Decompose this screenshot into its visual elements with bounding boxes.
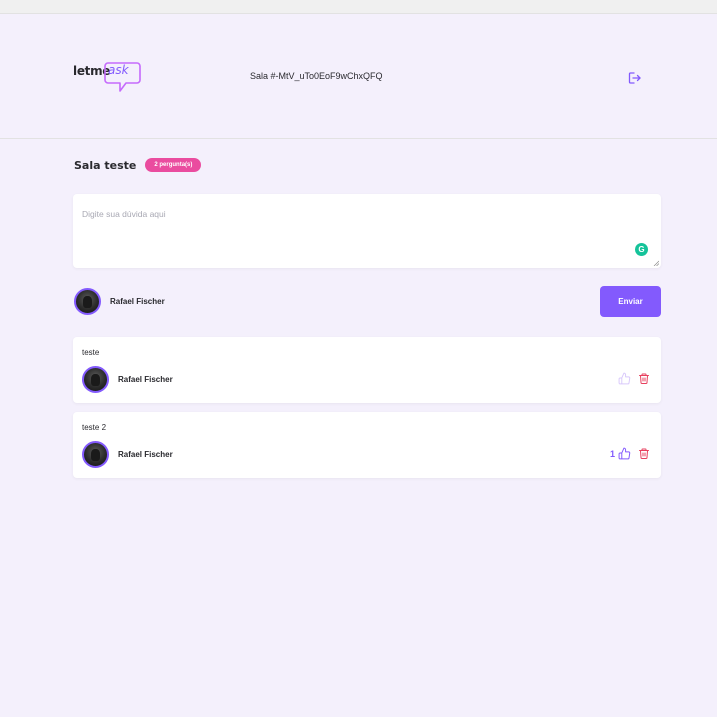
logout-icon xyxy=(628,72,641,84)
delete-button[interactable] xyxy=(638,447,650,460)
question-author: Rafael Fischer xyxy=(82,441,173,468)
question-card: teste 2 Rafael Fischer 1 xyxy=(73,412,661,478)
question-author-name: Rafael Fischer xyxy=(118,375,173,384)
room-title: Sala teste xyxy=(74,158,137,172)
current-user-name: Rafael Fischer xyxy=(110,297,165,306)
delete-button[interactable] xyxy=(638,372,650,385)
thumbs-up-icon xyxy=(618,372,631,385)
trash-icon xyxy=(639,448,649,459)
resize-handle-icon[interactable] xyxy=(653,260,659,266)
current-user: Rafael Fischer xyxy=(74,288,165,315)
logout-button[interactable] xyxy=(627,70,643,86)
textarea-placeholder: Digite sua dúvida aqui xyxy=(82,209,166,219)
like-button[interactable]: 1 xyxy=(610,447,631,460)
avatar xyxy=(82,366,109,393)
question-author: Rafael Fischer xyxy=(82,366,173,393)
like-button[interactable] xyxy=(615,372,631,385)
question-card: teste Rafael Fischer xyxy=(73,337,661,403)
question-actions xyxy=(615,372,650,385)
avatar xyxy=(82,441,109,468)
question-count-badge: 2 pergunta(s) xyxy=(145,158,202,172)
room-title-row: Sala teste 2 pergunta(s) xyxy=(74,158,202,172)
thumbs-up-icon xyxy=(618,447,631,460)
question-textarea[interactable]: Digite sua dúvida aqui G xyxy=(73,194,661,268)
like-count: 1 xyxy=(609,448,615,459)
letmeask-logo[interactable]: letme ask xyxy=(73,62,143,94)
room-code[interactable]: Sala #-MtV_uTo0EoF9wChxQFQ xyxy=(250,71,383,81)
question-author-name: Rafael Fischer xyxy=(118,450,173,459)
grammarly-icon[interactable]: G xyxy=(635,243,648,256)
browser-top-strip xyxy=(0,0,717,14)
trash-icon xyxy=(639,373,649,384)
question-text: teste 2 xyxy=(82,423,107,432)
send-question-button[interactable]: Enviar xyxy=(600,286,661,317)
page-header: letme ask Sala #-MtV_uTo0EoF9wChxQFQ xyxy=(0,15,717,139)
question-actions: 1 xyxy=(610,447,650,460)
question-text: teste xyxy=(82,348,100,357)
logo-text-accent: ask xyxy=(108,63,129,77)
avatar xyxy=(74,288,101,315)
